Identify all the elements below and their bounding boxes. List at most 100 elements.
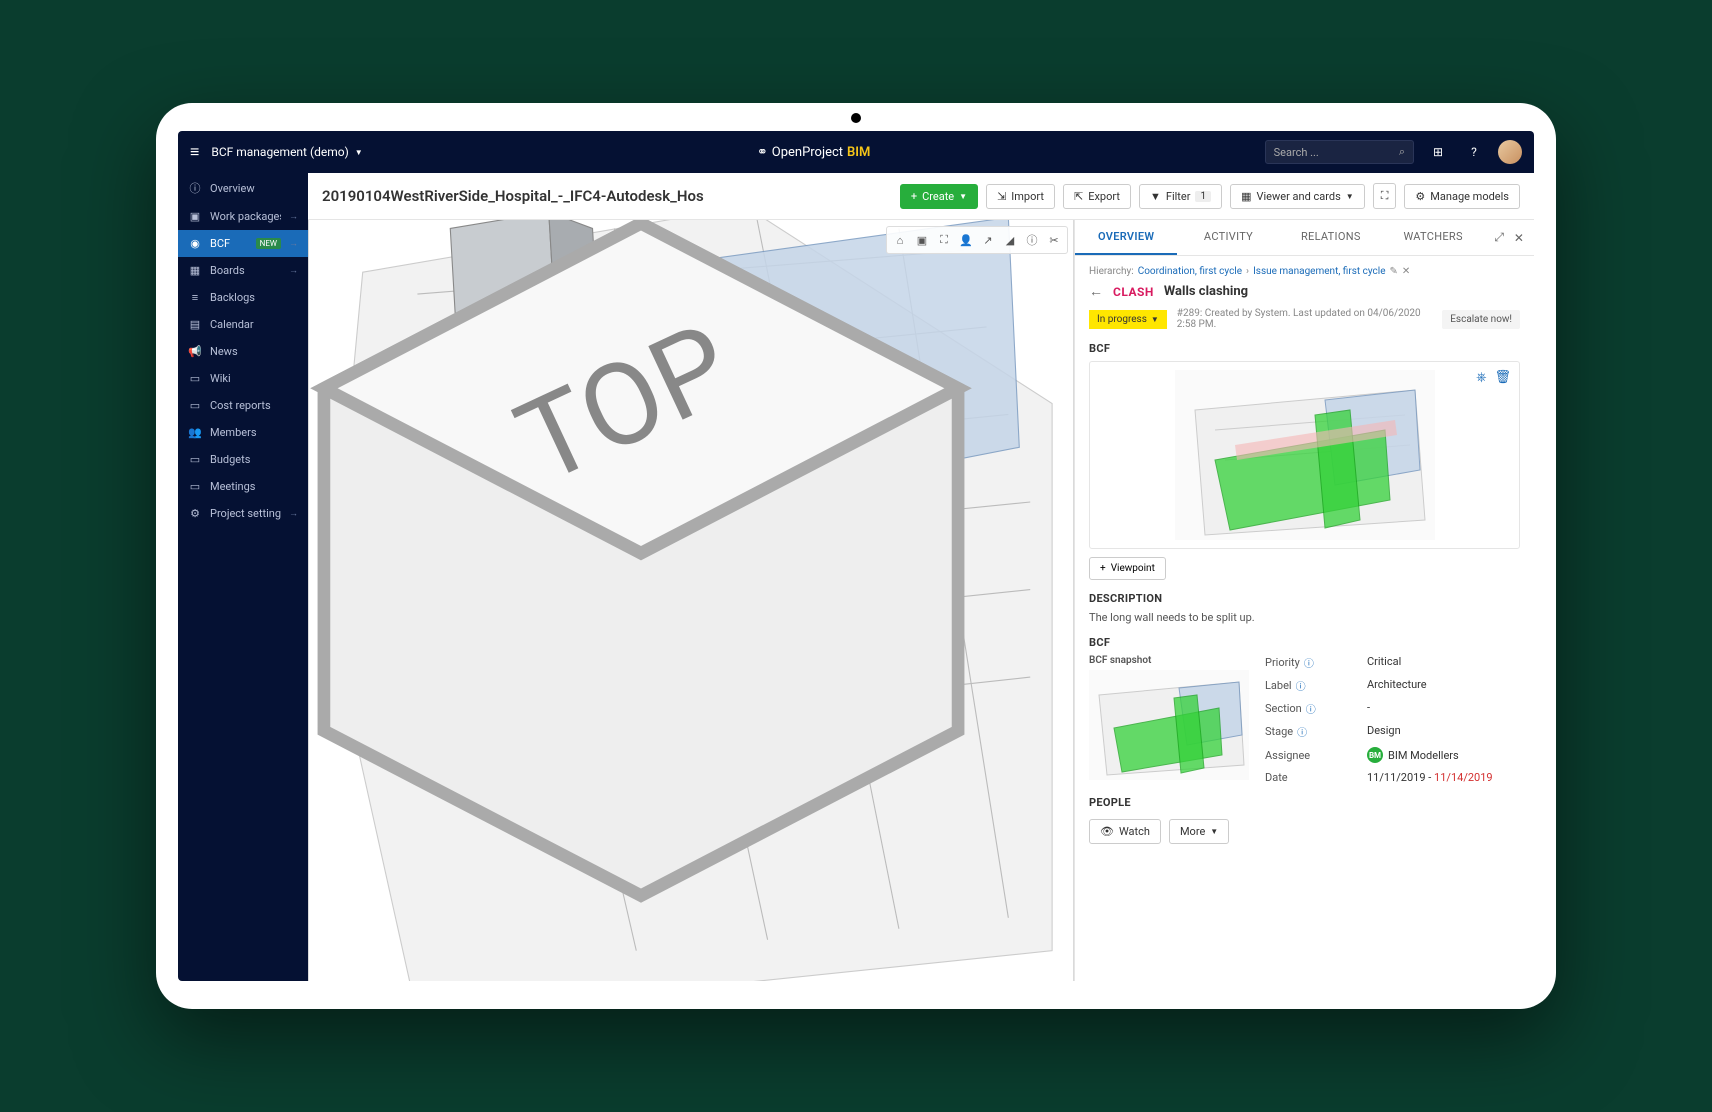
tab-activity[interactable]: ACTIVITY xyxy=(1177,220,1279,255)
sidebar-icon: 📢 xyxy=(188,345,202,358)
tab-watchers[interactable]: WATCHERS xyxy=(1382,220,1484,255)
eye-icon: 👁 xyxy=(1100,825,1114,838)
sidebar-item-project-settings[interactable]: ⚙Project settings→ xyxy=(178,500,308,527)
sidebar-item-calendar[interactable]: ▤Calendar xyxy=(178,311,308,338)
delete-icon[interactable]: 🗑 xyxy=(1494,370,1511,385)
cube-icon[interactable]: ⎈ xyxy=(1476,370,1486,385)
close-icon[interactable]: ✕ xyxy=(1514,231,1524,245)
sidebar-item-overview[interactable]: ⓘOverview xyxy=(178,173,308,203)
sidebar-item-meetings[interactable]: ▭Meetings xyxy=(178,473,308,500)
sidebar-item-cost-reports[interactable]: ▭Cost reports xyxy=(178,392,308,419)
chevron-right-icon: → xyxy=(289,265,298,276)
plus-icon: + xyxy=(911,190,917,203)
back-button[interactable]: ← xyxy=(1089,283,1103,300)
view-mode-button[interactable]: ▦ Viewer and cards ▼ xyxy=(1230,184,1365,209)
app-header: ≡ BCF management (demo) ▼ ⚭ OpenProjectB… xyxy=(178,131,1534,173)
sidebar-label: BCF xyxy=(210,237,248,250)
apps-icon[interactable]: ⊞ xyxy=(1426,140,1450,164)
sidebar-item-budgets[interactable]: ▭Budgets xyxy=(178,446,308,473)
date-end: 11/14/2019 xyxy=(1434,771,1493,784)
field-priority-value[interactable]: Critical xyxy=(1367,655,1520,670)
navigation-cube[interactable]: TOP xyxy=(308,220,1024,921)
search-icon: ⌕ xyxy=(1399,145,1405,159)
field-stage-label: Stage xyxy=(1265,725,1293,738)
date-start: 11/11/2019 xyxy=(1367,771,1426,784)
new-badge: NEW xyxy=(256,238,281,249)
tab-relations[interactable]: RELATIONS xyxy=(1280,220,1382,255)
user-avatar[interactable] xyxy=(1498,140,1522,164)
field-section-label: Section xyxy=(1265,702,1302,715)
cut-icon[interactable]: ✂ xyxy=(1044,230,1064,250)
help-icon[interactable]: ⓘ xyxy=(1304,655,1314,670)
menu-icon[interactable]: ≡ xyxy=(190,142,199,162)
sidebar-label: Meetings xyxy=(210,480,298,493)
help-icon[interactable]: ? xyxy=(1462,140,1486,164)
field-assignee-label: Assignee xyxy=(1265,747,1355,763)
sidebar-label: Calendar xyxy=(210,318,298,331)
breadcrumb-link[interactable]: Coordination, first cycle xyxy=(1138,266,1242,277)
close-icon[interactable]: ✕ xyxy=(1402,266,1410,277)
field-section-value[interactable]: - xyxy=(1367,701,1520,716)
field-stage-value[interactable]: Design xyxy=(1367,724,1520,739)
sidebar-item-wiki[interactable]: ▭Wiki xyxy=(178,365,308,392)
field-date-label: Date xyxy=(1265,771,1355,784)
sidebar-label: Backlogs xyxy=(210,291,298,304)
gear-icon: ⚙ xyxy=(1415,190,1425,203)
sidebar: ⓘOverview▣Work packages→◉BCFNEW→▦Boards→… xyxy=(178,173,308,981)
sidebar-item-boards[interactable]: ▦Boards→ xyxy=(178,257,308,284)
import-button[interactable]: ⇲ Import xyxy=(986,184,1055,209)
bcf-snapshot-thumb[interactable] xyxy=(1089,670,1249,780)
status-badge[interactable]: In progress ▼ xyxy=(1089,310,1167,329)
expand-icon[interactable]: ⤢ xyxy=(1494,230,1504,245)
sidebar-item-bcf[interactable]: ◉BCFNEW→ xyxy=(178,230,308,257)
help-icon[interactable]: ⓘ xyxy=(1297,724,1307,739)
import-icon: ⇲ xyxy=(997,190,1006,203)
sidebar-item-backlogs[interactable]: ≡Backlogs xyxy=(178,284,308,311)
field-priority-label: Priority xyxy=(1265,656,1300,669)
edit-icon[interactable]: ✎ xyxy=(1390,266,1398,277)
field-label-label: Label xyxy=(1265,679,1292,692)
field-assignee-value[interactable]: BM BIM Modellers xyxy=(1367,747,1520,763)
escalate-button[interactable]: Escalate now! xyxy=(1442,310,1520,329)
fullscreen-button[interactable]: ⛶ xyxy=(1373,183,1397,209)
search-placeholder: Search ... xyxy=(1274,146,1319,159)
watch-label: Watch xyxy=(1119,825,1150,838)
chevron-right-icon: → xyxy=(289,508,298,519)
field-date-value[interactable]: 11/11/2019 - 11/14/2019 xyxy=(1367,771,1520,784)
info-icon[interactable]: ⓘ xyxy=(1022,230,1042,250)
manage-label: Manage models xyxy=(1430,190,1509,203)
sidebar-item-work-packages[interactable]: ▣Work packages→ xyxy=(178,203,308,230)
sidebar-item-news[interactable]: 📢 News xyxy=(178,338,308,365)
project-selector[interactable]: BCF management (demo) ▼ xyxy=(211,145,362,159)
sidebar-label: News xyxy=(210,345,298,358)
filter-button[interactable]: ▼ Filter 1 xyxy=(1139,184,1222,209)
caret-down-icon: ▼ xyxy=(1346,192,1354,201)
viewpoint-label: Viewpoint xyxy=(1111,563,1155,574)
sidebar-label: Project settings xyxy=(210,507,281,520)
watch-button[interactable]: 👁 Watch xyxy=(1089,819,1161,844)
help-icon[interactable]: ⓘ xyxy=(1306,701,1316,716)
filter-label: Filter xyxy=(1166,190,1191,203)
sidebar-icon: ▦ xyxy=(188,264,202,277)
help-icon[interactable]: ⓘ xyxy=(1296,678,1306,693)
manage-models-button[interactable]: ⚙ Manage models xyxy=(1404,184,1520,209)
create-button[interactable]: + Create ▼ xyxy=(900,184,978,209)
tab-overview[interactable]: OVERVIEW xyxy=(1075,220,1177,255)
breadcrumb-link[interactable]: Issue management, first cycle xyxy=(1253,266,1385,277)
sidebar-item-members[interactable]: 👥Members xyxy=(178,419,308,446)
export-icon: ⇱ xyxy=(1074,190,1083,203)
section-bcf-2: BCF xyxy=(1089,636,1520,649)
import-label: Import xyxy=(1011,190,1044,203)
field-label-value[interactable]: Architecture xyxy=(1367,678,1520,693)
section-people: PEOPLE xyxy=(1089,796,1520,809)
add-viewpoint-button[interactable]: + Viewpoint xyxy=(1089,557,1166,580)
3d-viewer[interactable]: ⌂ ▣ ⛶ 👤 ↗ ◢ ⓘ ✂ TOP xyxy=(308,220,1074,981)
search-input[interactable]: Search ... ⌕ xyxy=(1265,140,1414,164)
export-button[interactable]: ⇱ Export xyxy=(1063,184,1131,209)
description-text: The long wall needs to be split up. xyxy=(1089,611,1520,624)
more-button[interactable]: More ▼ xyxy=(1169,819,1229,844)
breadcrumb: Hierarchy: Coordination, first cycle › I… xyxy=(1089,266,1520,277)
caret-down-icon: ▼ xyxy=(959,192,967,201)
sidebar-label: Overview xyxy=(210,182,298,195)
more-label: More xyxy=(1180,825,1205,838)
